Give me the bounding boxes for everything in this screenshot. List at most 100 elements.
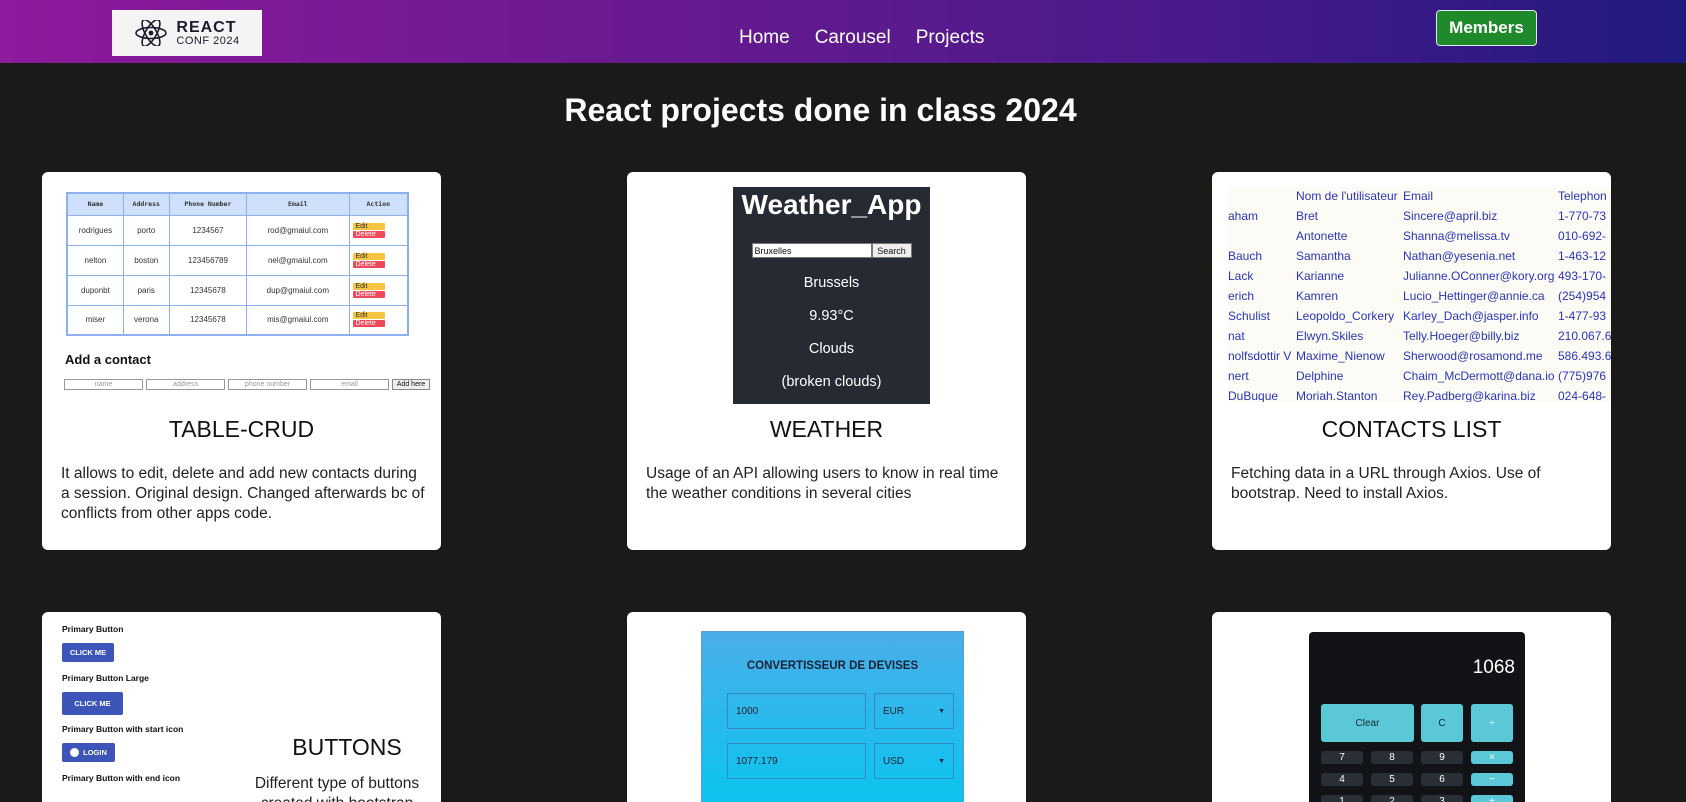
contacts-cell: Nom de l'utilisateur [1296,189,1398,203]
card-description: Usage of an API allowing users to know i… [646,465,999,502]
nav-link-carousel[interactable]: Carousel [815,27,891,49]
button-demo-label: Primary Button with end icon [62,773,181,783]
calculator-display: 1068 [1472,657,1515,678]
delete-button: Delete [352,230,385,238]
crud-cell: 1234567 [168,214,248,246]
nav-link-projects[interactable]: Projects [916,27,985,49]
contacts-cell: 1-463-12 [1558,249,1607,263]
contacts-cell: Leopoldo_Corkery [1296,309,1395,323]
card-title: BUTTONS [292,734,402,760]
minus-key: − [1471,773,1513,786]
contacts-cell: Karianne [1296,269,1345,283]
key-2: 2 [1371,795,1413,802]
crud-cell: nelton [66,244,124,276]
phone-field: phone number [228,379,307,390]
email-field: email [310,379,389,390]
search-button: Search [871,243,912,258]
chevron-down-icon: ▼ [938,757,945,765]
edit-button: Edit [352,252,385,260]
converter-title: CONVERTISSEUR DE DEVISES [746,660,919,672]
contacts-cell: Elwyn.Skiles [1296,329,1364,343]
crud-actions: Edit Delete [348,274,409,306]
contacts-cell: 493-170- [1558,269,1607,283]
project-card-weather[interactable]: Weather_App Bruxelles Search Brussels 9.… [627,172,1026,550]
contacts-cell: nolfsdottir V [1228,349,1292,363]
login-label: LOGIN [83,748,107,757]
contacts-cell: Chaim_McDermott@dana.io [1403,369,1555,383]
clear-key: Clear [1321,704,1414,742]
page-title: React projects done in class 2024 [564,92,1077,128]
project-card-calculator[interactable]: 1068 Clear C ÷ 7 8 9 × 4 5 6 − 1 2 3 + [1212,612,1611,802]
crud-header: Email [246,192,350,216]
table-row: miser verona 12345678 mis@gmaiul.com Edi… [66,304,409,336]
edit-button: Edit [352,282,385,290]
contacts-cell: Telephon [1558,189,1607,203]
project-card-buttons[interactable]: Primary Button CLICK ME Primary Button L… [42,612,441,802]
brand-logo[interactable]: REACT CONF 2024 [112,10,262,56]
key-8: 8 [1371,751,1413,764]
nav-links: Home Carousel Projects [739,27,984,49]
key-5: 5 [1371,773,1413,786]
nav-link-home[interactable]: Home [739,27,790,49]
weather-city: Brussels [803,275,860,291]
delete-button: Delete [352,290,385,298]
table-row: rodrigues porto 1234567 rod@gmaiul.com E… [66,214,409,246]
contacts-cell: Lack [1228,269,1254,283]
divide-key: ÷ [1471,704,1513,742]
weather-temp: 9.93°C [809,308,854,324]
contacts-cell: Bret [1296,209,1319,223]
crud-header: Phone Number [168,192,248,216]
members-button[interactable]: Members [1436,10,1537,46]
contacts-cell: 1-477-93 [1558,309,1607,323]
table-crud-thumbnail: Name Address Phone Number Email Action r… [66,192,409,336]
key-7: 7 [1321,751,1363,764]
brand-line1: REACT [176,18,237,36]
crud-cell: 123456789 [168,244,248,276]
crud-cell: dup@gmaiul.com [246,274,350,306]
edit-button: Edit [352,222,385,230]
contacts-cell: 586.493.6 [1558,349,1611,363]
crud-cell: rod@gmaiul.com [246,214,350,246]
contacts-cell: Samantha [1296,249,1351,263]
crud-header: Name [66,192,124,216]
contacts-cell: nat [1228,329,1245,343]
crud-cell: miser [66,304,124,336]
card-title: WEATHER [769,416,884,442]
chevron-down-icon: ▼ [938,707,945,715]
currency-to-select: USD ▼ [874,743,954,779]
project-card-currency[interactable]: CONVERTISSEUR DE DEVISES 1000 EUR ▼ 1077… [627,612,1026,802]
contacts-cell: Bauch [1228,249,1263,263]
crud-cell: 12345678 [168,304,248,336]
contacts-cell: Schulist [1228,309,1271,323]
weather-app-title: Weather_App [741,189,922,220]
crud-cell: porto [122,214,170,246]
weather-condition: Clouds [808,341,855,357]
crud-actions: Edit Delete [348,304,409,336]
delete-button: Delete [352,320,385,328]
contacts-thumbnail: Nom de l'utilisateur Email Telephon aham Bre… [1228,187,1611,402]
weather-search: Bruxelles Search [751,243,912,258]
key-9: 9 [1421,751,1463,764]
add-contact-heading: Add a contact [65,352,151,367]
crud-cell: nel@gmaiul.com [246,244,350,276]
contacts-cell: Moriah.Stanton [1296,389,1378,402]
button-demo-label: Primary Button Large [62,673,149,683]
crud-actions: Edit Delete [348,244,409,276]
contacts-cell: 024-648- [1558,389,1607,402]
contacts-cell: (775)976 [1558,369,1607,383]
currency-to-value: USD [883,755,905,767]
project-card-table-crud[interactable]: Name Address Phone Number Email Action r… [42,172,441,550]
card-description: Fetching data in a URL through Axios. Us… [1231,465,1541,502]
crud-cell: boston [122,244,170,276]
card-title: TABLE-CRUD [168,416,315,442]
project-card-contacts-list[interactable]: Nom de l'utilisateur Email Telephon aham Bre… [1212,172,1611,550]
contacts-cell: erich [1228,289,1255,303]
address-field: address [146,379,225,390]
contacts-cell: DuBuque [1228,389,1279,402]
contacts-cell: Email [1403,189,1434,203]
city-input: Bruxelles [751,243,872,258]
weather-thumbnail: Weather_App Bruxelles Search Brussels 9.… [733,187,930,404]
calculator-thumbnail: 1068 Clear C ÷ 7 8 9 × 4 5 6 − 1 2 3 + [1309,632,1525,802]
crud-cell: duponbt [66,274,124,306]
edit-button: Edit [352,312,385,320]
